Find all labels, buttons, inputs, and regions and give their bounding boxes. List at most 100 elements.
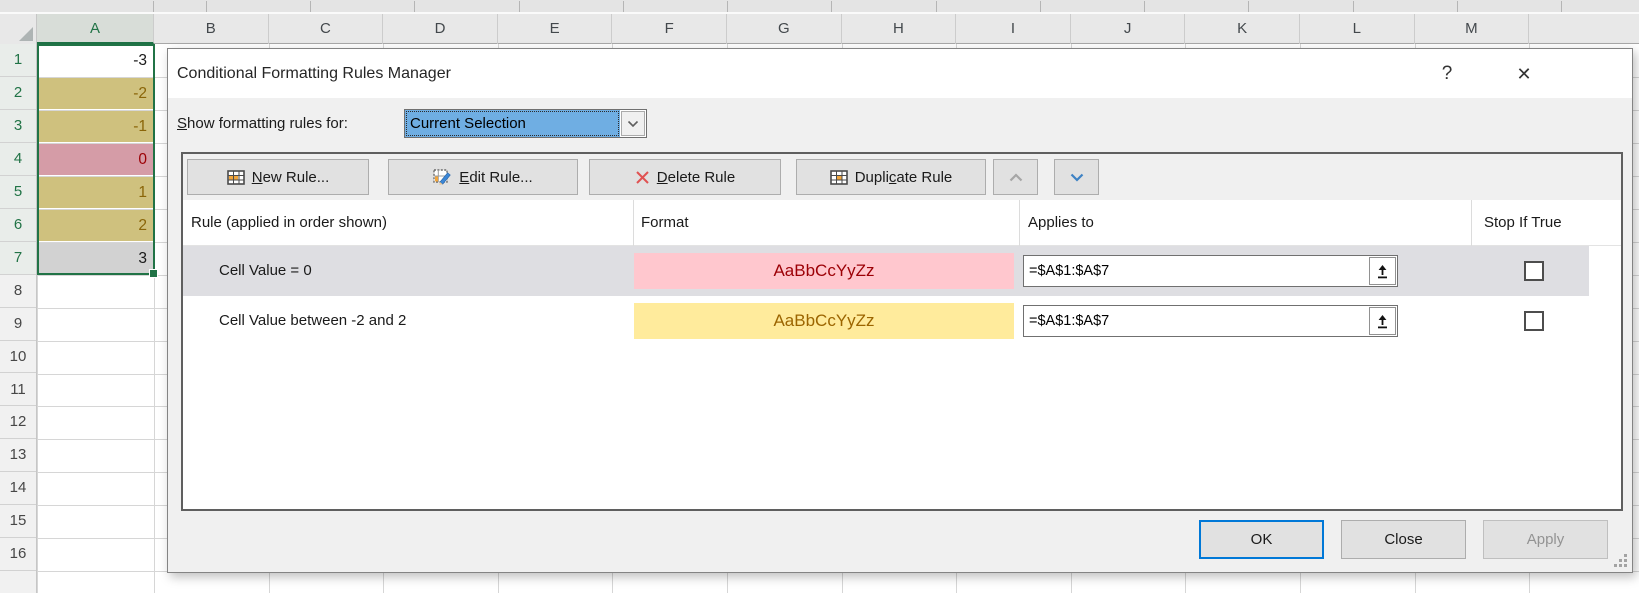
new-rule-table-icon — [227, 170, 245, 185]
stop-if-true-checkbox[interactable] — [1524, 261, 1544, 281]
row-header-7[interactable]: 7 — [0, 242, 36, 275]
strip-tick — [623, 1, 624, 12]
cell-a2[interactable]: -2 — [39, 78, 153, 109]
row-header-14[interactable]: 14 — [0, 472, 36, 505]
row-header-1[interactable]: 1 — [0, 44, 36, 77]
cell-a4[interactable]: 0 — [39, 144, 153, 175]
grip-dot — [1619, 559, 1622, 562]
rules-list-header: Rule (applied in order shown) Format App… — [183, 200, 1621, 246]
row-header-10[interactable]: 10 — [0, 341, 36, 374]
row-header[interactable] — [0, 571, 36, 593]
column-header-k[interactable]: K — [1185, 14, 1300, 44]
rule-description: Cell Value between -2 and 2 — [219, 296, 406, 346]
column-header-b[interactable]: B — [154, 14, 269, 44]
applies-to-column-header: Applies to — [1028, 200, 1094, 246]
grip-dot — [1624, 564, 1627, 567]
cell-a5[interactable]: 1 — [39, 177, 153, 208]
strip-tick — [206, 1, 207, 12]
close-button[interactable]: Close — [1341, 520, 1466, 559]
rule-description: Cell Value = 0 — [219, 246, 312, 296]
help-button[interactable]: ? — [1431, 58, 1463, 90]
move-rule-down-button[interactable] — [1054, 159, 1099, 195]
gridline — [37, 44, 38, 593]
column-header-l[interactable]: L — [1300, 14, 1415, 44]
rule-row[interactable]: Cell Value between -2 and 2 AaBbCcYyZz — [183, 296, 1589, 346]
new-rule-label: New Rule... — [252, 169, 330, 186]
strip-tick — [1353, 1, 1354, 12]
label-post: how formatting rules for: — [187, 115, 348, 132]
row-header-15[interactable]: 15 — [0, 505, 36, 538]
row-header-2[interactable]: 2 — [0, 77, 36, 110]
collapse-dialog-range-button[interactable] — [1369, 257, 1396, 285]
range-select-arrow-icon — [1376, 264, 1389, 279]
grip-dot — [1624, 554, 1627, 557]
formula-bar-bottom-strip — [0, 0, 1639, 12]
select-all-corner[interactable] — [0, 14, 37, 44]
duplicate-rule-button[interactable]: Duplicate Rule — [796, 159, 986, 195]
range-select-arrow-icon — [1376, 314, 1389, 329]
dialog-title: Conditional Formatting Rules Manager — [177, 49, 451, 98]
close-dialog-button[interactable]: ✕ — [1508, 58, 1540, 90]
applies-to-input[interactable] — [1024, 306, 1368, 336]
column-header-d[interactable]: D — [383, 14, 498, 44]
cell-a1[interactable]: -3 — [39, 45, 153, 76]
grip-dot — [1619, 564, 1622, 567]
show-rules-for-label: Show formatting rules for: — [177, 109, 348, 138]
strip-tick — [1457, 1, 1458, 12]
apply-button[interactable]: Apply — [1483, 520, 1608, 559]
strip-tick — [1040, 1, 1041, 12]
duplicate-rule-label: Duplicate Rule — [855, 169, 953, 186]
resize-grip[interactable] — [1612, 552, 1628, 568]
dialog-titlebar[interactable]: Conditional Formatting Rules Manager ? ✕ — [168, 49, 1632, 98]
row-header-13[interactable]: 13 — [0, 439, 36, 472]
ok-button[interactable]: OK — [1199, 520, 1324, 559]
strip-tick — [1248, 1, 1249, 12]
scope-dropdown-value[interactable]: Current Selection — [405, 110, 620, 137]
chevron-down-icon — [1069, 172, 1085, 183]
cell-a3[interactable]: -1 — [39, 111, 153, 142]
scope-dropdown-arrow-button[interactable] — [621, 111, 645, 136]
stop-if-true-checkbox[interactable] — [1524, 311, 1544, 331]
row-header-9[interactable]: 9 — [0, 308, 36, 341]
fill-handle[interactable] — [149, 269, 158, 278]
column-header-j[interactable]: J — [1071, 14, 1186, 44]
applies-to-field — [1023, 255, 1398, 287]
new-rule-button[interactable]: New Rule... — [187, 159, 369, 195]
column-header-g[interactable]: G — [727, 14, 842, 44]
row-header-5[interactable]: 5 — [0, 176, 36, 209]
rule-column-header: Rule (applied in order shown) — [191, 200, 387, 246]
strip-tick — [1144, 1, 1145, 12]
row-header-16[interactable]: 16 — [0, 538, 36, 571]
column-header-c[interactable]: C — [269, 14, 384, 44]
strip-tick — [1561, 1, 1562, 12]
move-rule-up-button[interactable] — [993, 159, 1038, 195]
select-all-triangle-icon — [19, 27, 33, 41]
applies-to-field — [1023, 305, 1398, 337]
row-header-12[interactable]: 12 — [0, 406, 36, 439]
duplicate-rule-table-icon — [830, 170, 848, 185]
row-header-11[interactable]: 11 — [0, 374, 36, 407]
delete-rule-button[interactable]: Delete Rule — [589, 159, 781, 195]
row-header-6[interactable]: 6 — [0, 209, 36, 242]
column-header-i[interactable]: I — [956, 14, 1071, 44]
applies-to-input[interactable] — [1024, 256, 1368, 286]
row-header-8[interactable]: 8 — [0, 275, 36, 308]
grip-dot — [1624, 559, 1627, 562]
column-header-a[interactable]: A — [37, 14, 154, 44]
row-header-3[interactable]: 3 — [0, 110, 36, 143]
column-header-m[interactable]: M — [1415, 14, 1530, 44]
row-header-4[interactable]: 4 — [0, 143, 36, 176]
cell-a6[interactable]: 2 — [39, 210, 153, 241]
format-preview: AaBbCcYyZz — [634, 303, 1014, 339]
scope-dropdown[interactable]: Current Selection — [404, 109, 647, 138]
column-header-e[interactable]: E — [498, 14, 613, 44]
cell-a7[interactable]: 3 — [39, 243, 153, 274]
rule-row[interactable]: Cell Value = 0 AaBbCcYyZz — [183, 246, 1589, 296]
label-key: S — [177, 115, 187, 132]
strip-tick — [414, 1, 415, 12]
collapse-dialog-range-button[interactable] — [1369, 307, 1396, 335]
column-header-h[interactable]: H — [842, 14, 957, 44]
strip-tick — [831, 1, 832, 12]
edit-rule-button[interactable]: Edit Rule... — [388, 159, 578, 195]
column-header-f[interactable]: F — [612, 14, 727, 44]
